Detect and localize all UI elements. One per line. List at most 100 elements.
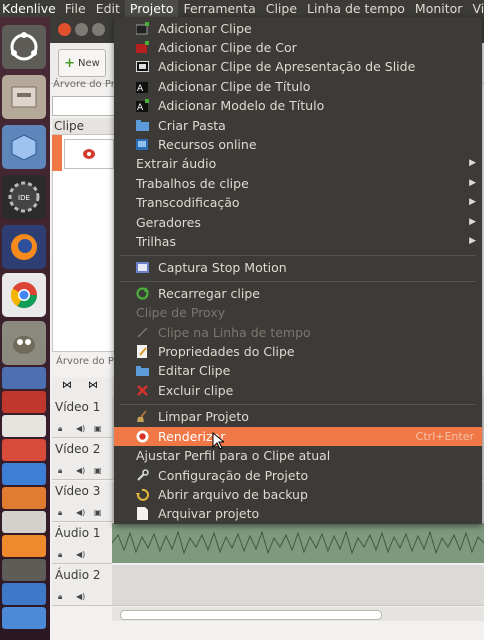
video-icon[interactable]: ▣ [94,508,102,517]
menu-item-adicionar-clipe-titulo[interactable]: A Adicionar Clipe de Título [114,77,482,96]
track-body-audio-2[interactable] [112,565,484,606]
app-icon-10[interactable] [2,607,46,629]
reload-icon [136,287,149,300]
track-name: Vídeo 3 [55,484,101,498]
video-icon[interactable]: ▣ [94,424,102,433]
audio-icon[interactable]: ◀) [76,508,85,517]
app-icon-5[interactable] [2,463,46,485]
svg-text:A: A [137,103,144,112]
submenu-arrow-icon: ▶ [469,158,476,168]
menu-item-transcodificacao[interactable]: Transcodificação ▶ [114,193,482,212]
menu-separator [120,404,476,405]
locate-clip-icon [137,327,148,338]
menu-item-configuracao-de-projeto[interactable]: Configuração de Projeto [114,466,482,485]
lock-icon[interactable]: 🔒︎ [58,466,62,476]
edit-clip-icon [136,366,149,376]
app-icon-3[interactable] [2,415,46,437]
minimize-icon[interactable] [75,23,88,36]
menu-item-criar-pasta[interactable]: Criar Pasta [114,116,482,135]
menu-item-extrair-audio[interactable]: Extrair áudio ▶ [114,154,482,173]
virtualbox-icon[interactable] [2,125,46,169]
audio-icon[interactable]: ◀) [76,424,85,433]
menu-item-adicionar-clipe-de-cor[interactable]: Adicionar Clipe de Cor [114,38,482,57]
menu-item-captura-stop-motion[interactable]: Captura Stop Motion [114,258,482,277]
app-icon-2[interactable] [2,391,46,413]
shortcut-label: Ctrl+Enter [415,430,474,443]
track-video-2[interactable]: Vídeo 2 🔒︎ ◀) ▣ [52,439,112,480]
svg-text:A: A [137,84,144,93]
app-icon-4[interactable] [2,439,46,461]
menu-linha-de-tempo[interactable]: Linha de tempo [302,0,410,17]
menu-item-adicionar-clipe[interactable]: Adicionar Clipe [114,19,482,38]
new-button[interactable]: + New [58,49,106,77]
mouse-cursor-icon [212,432,224,450]
audio-icon[interactable]: ◀) [76,592,85,601]
video-icon[interactable]: ▣ [94,466,102,475]
files-icon[interactable] [2,75,46,119]
archive-icon [137,507,148,520]
audio-icon[interactable]: ◀) [76,550,85,559]
menu-item-trabalhos-de-clipe[interactable]: Trabalhos de clipe ▶ [114,174,482,193]
menu-item-clipe-na-linha-de-tempo[interactable]: Clipe na Linha de tempo [114,323,482,342]
menu-item-recarregar-clipe[interactable]: Recarregar clipe [114,284,482,303]
menu-item-geradores[interactable]: Geradores ▶ [114,213,482,232]
menu-item-ajustar-perfil[interactable]: Ajustar Perfil para o Clipe atual [114,446,482,465]
menu-item-limpar-projeto[interactable]: Limpar Projeto [114,407,482,426]
lock-icon[interactable]: 🔒︎ [58,508,62,518]
gimp-icon[interactable] [2,321,46,365]
stop-motion-icon [136,262,149,273]
chrome-icon[interactable] [2,273,46,317]
menu-projeto[interactable]: Projeto [124,0,179,17]
maximize-icon[interactable] [92,23,105,36]
firefox-icon[interactable] [2,225,46,269]
menu-item-clipe-de-proxy[interactable]: Clipe de Proxy [114,303,482,322]
lock-icon[interactable]: 🔒︎ [58,592,62,602]
menu-item-trilhas[interactable]: Trilhas ▶ [114,232,482,251]
broom-icon [137,410,147,422]
java-ee-ide-icon[interactable]: IDE [2,175,46,219]
expand-icon[interactable]: ⋈ [88,380,98,391]
track-video-1[interactable]: Vídeo 1 🔒︎ ◀) ▣ [52,397,112,438]
close-icon[interactable] [58,23,71,36]
vlc-icon[interactable] [2,535,46,557]
svg-text:IDE: IDE [18,194,30,202]
timeline-scrollbar[interactable] [112,607,484,621]
app-icon-1[interactable] [2,367,46,389]
menu-item-adicionar-clipe-slide[interactable]: Adicionar Clipe de Apresentação de Slide [114,57,482,76]
menu-item-recursos-online[interactable]: Recursos online [114,135,482,154]
app-icon-7[interactable] [2,511,46,533]
menu-item-abrir-arquivo-de-backup[interactable]: Abrir arquivo de backup [114,485,482,504]
menu-item-renderizar[interactable]: Renderizar Ctrl+Enter [114,427,482,446]
menu-visualizar[interactable]: Visualiz [467,0,484,17]
menu-ferramenta[interactable]: Ferramenta [178,0,260,17]
scrollbar-thumb[interactable] [120,610,382,620]
timeline-header: ⋈ ⋈ [52,377,112,398]
track-audio-1[interactable]: Áudio 1 🔒︎ ◀) [52,523,112,564]
app-icon-6[interactable] [2,487,46,509]
menu-item-excluir-clipe[interactable]: Excluir clipe [114,381,482,400]
slideshow-icon [136,61,149,72]
top-menubar: Kdenlive File Edit Projeto Ferramenta Cl… [0,0,484,17]
app-icon-8[interactable] [2,559,46,581]
track-audio-2[interactable]: Áudio 2 🔒︎ ◀) [52,565,112,606]
audio-icon[interactable]: ◀) [76,466,85,475]
menu-item-adicionar-modelo-titulo[interactable]: A Adicionar Modelo de Título [114,96,482,115]
lock-icon[interactable]: 🔒︎ [58,550,62,560]
menu-monitor[interactable]: Monitor [410,0,468,17]
online-resources-icon [136,139,148,150]
track-video-3[interactable]: Vídeo 3 🔒︎ ◀) ▣ [52,481,112,522]
app-icon-9[interactable] [2,583,46,605]
ubuntu-dash-icon[interactable] [2,25,46,69]
collapse-icon[interactable]: ⋈ [62,380,72,391]
submenu-arrow-icon: ▶ [469,217,476,227]
menu-item-arquivar-projeto[interactable]: Arquivar projeto [114,504,482,523]
title-clip-icon: A [136,82,148,93]
audio-clip[interactable] [111,523,484,563]
menu-item-editar-clipe[interactable]: Editar Clipe [114,361,482,380]
menu-item-propriedades-do-clipe[interactable]: Propriedades do Clipe [114,342,482,361]
menu-file[interactable]: File [60,0,91,17]
menu-edit[interactable]: Edit [91,0,125,17]
waveform [111,530,484,555]
menu-clipe[interactable]: Clipe [261,0,302,17]
lock-icon[interactable]: 🔒︎ [58,424,62,434]
